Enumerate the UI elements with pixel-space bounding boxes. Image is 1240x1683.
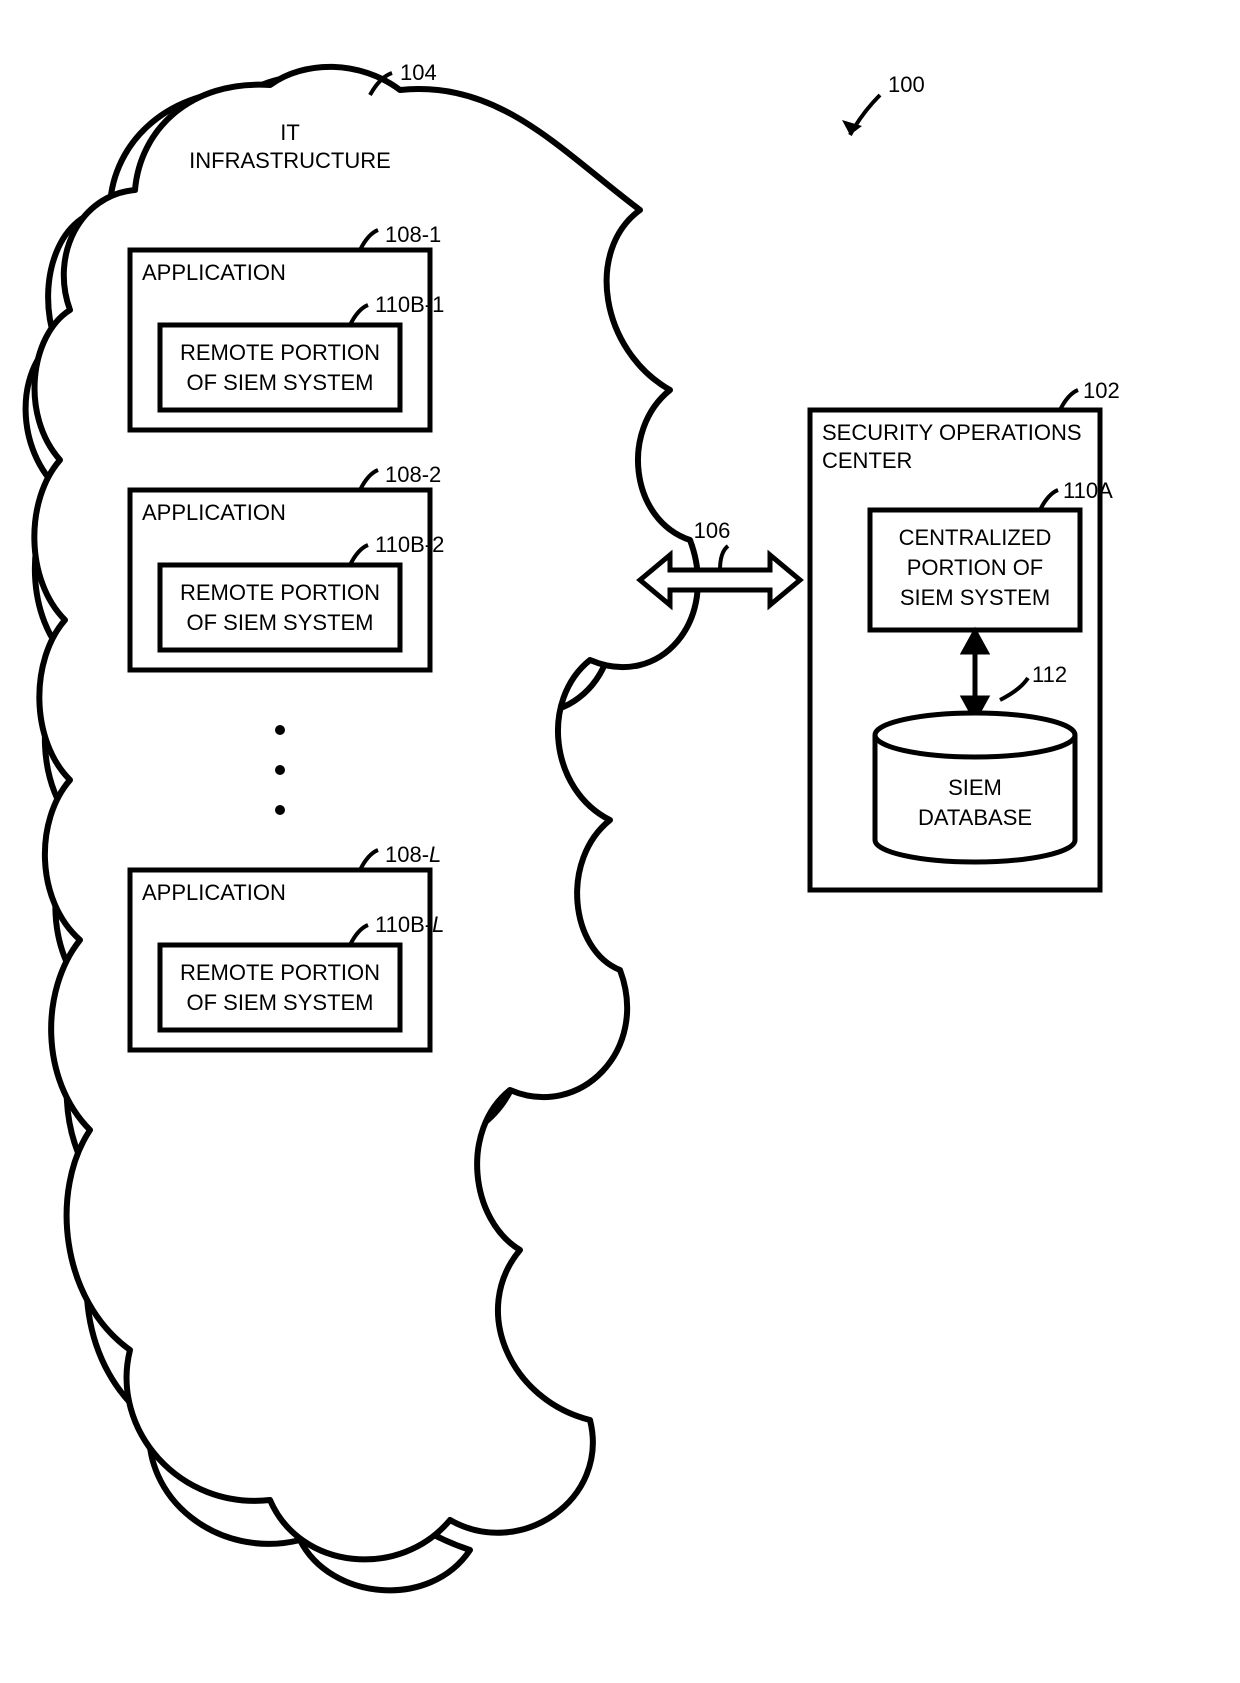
app-L-inner-l1: REMOTE PORTION — [180, 960, 380, 985]
db-l1: SIEM — [948, 775, 1002, 800]
ref-110b-L-prefix: 110B- — [375, 912, 432, 937]
ref-108-L-suffix: L — [429, 842, 441, 867]
ref-110A: 110A — [1063, 478, 1113, 503]
cloud-title-line2: INFRASTRUCTURE — [189, 148, 391, 173]
centralized-l1: CENTRALIZED — [899, 525, 1052, 550]
svg-text:108-L: 108-L — [385, 842, 441, 867]
db-l2: DATABASE — [918, 805, 1032, 830]
app-2-title: APPLICATION — [142, 500, 286, 525]
ref-100-marker: 100 — [842, 72, 925, 135]
app-block-L: APPLICATION REMOTE PORTION OF SIEM SYSTE… — [130, 842, 444, 1050]
ref-110b-L-suffix: L — [432, 912, 444, 937]
ref-112: 112 — [1032, 662, 1067, 687]
ref-108-1: 108-1 — [385, 222, 441, 247]
cloud-title-line1: IT — [280, 120, 300, 145]
ref-104: 104 — [400, 60, 437, 85]
svg-text:110B-L: 110B-L — [375, 912, 444, 937]
centralized-l2: PORTION OF — [907, 555, 1044, 580]
ref-106: 106 — [694, 518, 731, 543]
soc-box: SECURITY OPERATIONS CENTER 102 CENTRALIZ… — [810, 378, 1120, 890]
centralized-l3: SIEM SYSTEM — [900, 585, 1050, 610]
app-block-1: APPLICATION REMOTE PORTION OF SIEM SYSTE… — [130, 222, 444, 430]
leader-106 — [720, 546, 728, 570]
ref-110b-1: 110B-1 — [375, 292, 444, 317]
ref-108-2: 108-2 — [385, 462, 441, 487]
app-L-inner-l2: OF SIEM SYSTEM — [186, 990, 373, 1015]
app-2-inner-l2: OF SIEM SYSTEM — [186, 610, 373, 635]
soc-title-l2: CENTER — [822, 448, 912, 473]
app-L-title: APPLICATION — [142, 880, 286, 905]
ref-100: 100 — [888, 72, 925, 97]
ref-110b-2: 110B-2 — [375, 532, 444, 557]
app-block-2: APPLICATION REMOTE PORTION OF SIEM SYSTE… — [130, 462, 444, 670]
app-1-inner-l1: REMOTE PORTION — [180, 340, 380, 365]
app-1-inner-l2: OF SIEM SYSTEM — [186, 370, 373, 395]
soc-title-l1: SECURITY OPERATIONS — [822, 420, 1082, 445]
app-1-title: APPLICATION — [142, 260, 286, 285]
app-2-inner-l1: REMOTE PORTION — [180, 580, 380, 605]
ref-108-L-prefix: 108- — [385, 842, 429, 867]
ref-102: 102 — [1083, 378, 1120, 403]
figure-diagram: IT INFRASTRUCTURE 104 100 APPLICATION RE… — [0, 0, 1240, 1683]
